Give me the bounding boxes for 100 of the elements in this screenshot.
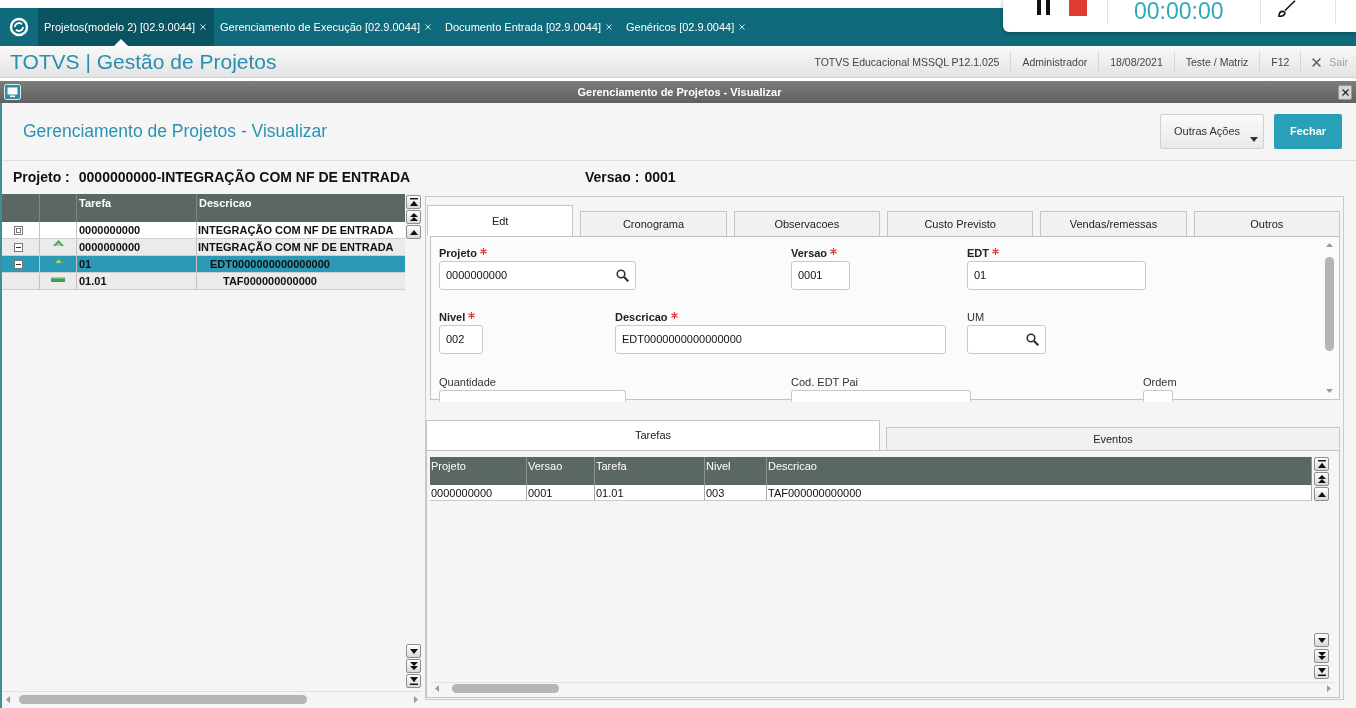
search-icon xyxy=(1026,333,1039,346)
app-tab[interactable]: Projetos(modelo 2) [02.9.0044] xyxy=(38,8,215,46)
scroll-up-button[interactable] xyxy=(1314,487,1329,501)
double-down-arrow-icon xyxy=(409,662,418,670)
field-label: Descricao xyxy=(615,311,668,324)
tree-row[interactable]: 01.01 TAF000000000000 xyxy=(2,273,405,290)
column-header[interactable]: Descricao xyxy=(197,194,405,222)
refresh-icon xyxy=(9,17,29,37)
bar-down-arrow-icon xyxy=(1317,668,1326,676)
tab[interactable]: Edt xyxy=(427,205,574,236)
task-cell: 01 xyxy=(77,256,197,272)
target-icon xyxy=(14,225,23,235)
scroll-to-bottom-button[interactable] xyxy=(1314,665,1329,679)
header-info: Administrador xyxy=(1010,52,1099,72)
scroll-down-button[interactable] xyxy=(406,644,421,658)
header-info: 18/08/2021 xyxy=(1098,52,1174,72)
tab[interactable]: Custo Previsto xyxy=(887,211,1034,236)
triangle-icon xyxy=(52,240,64,246)
page-down-button[interactable] xyxy=(406,659,421,673)
window-title: Gerenciamento de Projetos - Visualizar xyxy=(576,84,783,100)
description-cell-text: INTEGRAÇÃO COM NF DE ENTRADA xyxy=(197,240,395,255)
tree-row[interactable]: 0000000000 INTEGRAÇÃO COM NF DE ENTRADA xyxy=(2,222,405,239)
page-down-button[interactable] xyxy=(1314,649,1329,663)
close-icon xyxy=(200,24,207,30)
field-label: Versao xyxy=(791,247,828,260)
more-actions-button[interactable]: Outras Ações xyxy=(1160,114,1264,149)
table-cell: 01.01 xyxy=(595,485,705,500)
tab[interactable]: Outros xyxy=(1193,211,1340,236)
field-label: Quantidade xyxy=(439,376,496,389)
window-icon xyxy=(4,84,21,100)
scroll-to-bottom-button[interactable] xyxy=(406,674,421,688)
search-icon xyxy=(616,269,629,282)
header-info: F12 xyxy=(1259,52,1301,72)
description-cell-text: INTEGRAÇÃO COM NF DE ENTRADA xyxy=(197,223,395,238)
field-label: Ordem xyxy=(1143,376,1177,389)
close-button[interactable] xyxy=(1338,84,1352,100)
double-up-arrow-icon xyxy=(409,213,418,221)
close-icon xyxy=(605,24,612,30)
timer-text: 00:00:00 xyxy=(1134,0,1224,22)
tab[interactable]: Eventos xyxy=(886,427,1340,450)
text-field[interactable]: 01 xyxy=(967,261,1146,290)
scroll-to-top-button[interactable] xyxy=(1314,457,1329,471)
task-cell: 0000000000 xyxy=(77,222,197,238)
horizontal-scrollbar[interactable] xyxy=(2,691,422,706)
text-field[interactable]: 0000000000 xyxy=(439,261,636,290)
scrollbar-thumb[interactable] xyxy=(452,684,559,693)
up-arrow-icon xyxy=(1325,243,1333,247)
table-cell: TAF000000000000 xyxy=(767,485,1312,500)
scroll-to-top-button[interactable] xyxy=(406,195,421,209)
text-field[interactable] xyxy=(791,390,971,402)
scroll-down-button[interactable] xyxy=(1314,633,1329,647)
triangle-icon xyxy=(114,39,128,46)
task-cell: 0000000000 xyxy=(77,239,197,255)
close-icon xyxy=(425,24,431,30)
triangle-icon xyxy=(52,257,64,263)
text-field[interactable]: EDT0000000000000000 xyxy=(615,325,946,354)
text-field[interactable] xyxy=(439,390,626,402)
bar-up-arrow-icon xyxy=(1317,460,1326,468)
field-label: Cod. EDT Pai xyxy=(791,376,859,389)
version-value: 0001 xyxy=(644,167,676,187)
bar-down-arrow-icon xyxy=(409,677,418,685)
text-field[interactable]: 002 xyxy=(439,325,483,354)
bar-icon xyxy=(51,277,65,282)
description-cell-text: EDT0000000000000000 xyxy=(209,257,331,272)
required-asterisk-icon xyxy=(830,248,838,255)
version-label: Versao : xyxy=(585,167,640,187)
text-field[interactable] xyxy=(1143,390,1173,402)
text-field[interactable]: 0001 xyxy=(791,261,850,290)
down-arrow-icon xyxy=(1325,389,1333,393)
required-asterisk-icon xyxy=(468,312,476,319)
table-cell: 0000000000 xyxy=(430,485,527,500)
pause-icon xyxy=(1037,0,1050,15)
vertical-scrollbar[interactable] xyxy=(1322,241,1336,395)
page-up-button[interactable] xyxy=(1314,472,1329,486)
field-label: UM xyxy=(967,311,985,324)
scroll-up-button[interactable] xyxy=(406,225,421,239)
tree-row[interactable]: 0000000000 INTEGRAÇÃO COM NF DE ENTRADA xyxy=(2,239,405,256)
tab[interactable]: Cronograma xyxy=(580,211,727,236)
text-field[interactable] xyxy=(967,325,1046,354)
tree-row[interactable]: 01 EDT0000000000000000 xyxy=(2,256,405,273)
caret-icon xyxy=(1250,137,1258,142)
brush-icon xyxy=(1277,0,1296,17)
horizontal-scrollbar[interactable] xyxy=(431,682,1335,694)
bar-up-arrow-icon xyxy=(409,198,418,206)
double-up-arrow-icon xyxy=(1317,475,1326,483)
scrollbar-thumb[interactable] xyxy=(19,694,307,704)
page-up-button[interactable] xyxy=(406,210,421,224)
table-cell: 0001 xyxy=(527,485,595,500)
tab[interactable]: Observacoes xyxy=(733,211,880,236)
header-info: Teste / Matriz xyxy=(1173,52,1260,72)
header-info: TOTVS Educacional MSSQL P12.1.025 xyxy=(813,55,1001,70)
scrollbar-thumb[interactable] xyxy=(1324,257,1334,351)
tab[interactable]: Tarefas xyxy=(426,420,880,450)
description-cell-text: TAF000000000000 xyxy=(222,274,318,289)
up-arrow-icon xyxy=(1317,491,1326,497)
left-arrow-icon xyxy=(6,695,10,703)
stop-icon xyxy=(1069,0,1087,16)
field-label: Nivel xyxy=(439,311,466,324)
tab[interactable]: Vendas/remessas xyxy=(1040,211,1187,236)
app-title: TOTVS | Gestão de Projetos xyxy=(10,49,277,76)
